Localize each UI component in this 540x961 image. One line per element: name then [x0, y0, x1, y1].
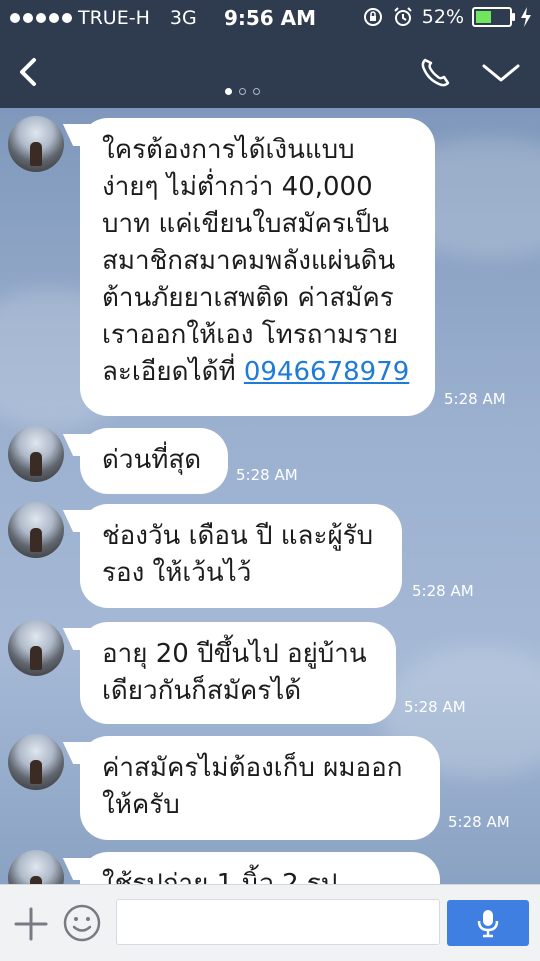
message-bubble[interactable]: ด่วนที่สุด — [80, 428, 228, 494]
message-bubble[interactable]: อายุ 20 ปีขึ้นไป อยู่บ้าน เดียวกันก็สมัค… — [80, 622, 396, 724]
avatar[interactable] — [8, 116, 64, 172]
page-dot-1 — [225, 88, 232, 95]
message-text: ใครต้องการได้เงินแบบ ง่ายๆ ไม่ต่ำกว่า 40… — [102, 135, 399, 387]
battery-level — [476, 11, 491, 23]
chat-area[interactable]: ใครต้องการได้เงินแบบ ง่ายๆ ไม่ต่ำกว่า 40… — [0, 108, 540, 884]
message-time: 5:28 AM — [412, 582, 474, 600]
charging-icon — [521, 7, 531, 27]
alarm-icon — [394, 7, 412, 26]
plus-icon[interactable] — [12, 905, 50, 943]
message-input[interactable] — [116, 899, 440, 945]
message-time: 5:28 AM — [448, 813, 510, 831]
message-time: 5:28 AM — [236, 466, 298, 484]
avatar[interactable] — [8, 620, 64, 676]
chevron-down-icon[interactable] — [476, 50, 526, 94]
message-bubble[interactable]: ใช้รูปถ่าย 1 นิ้ว 2 รูป — [80, 852, 440, 884]
message-bubble[interactable]: ใครต้องการได้เงินแบบ ง่ายๆ ไม่ต่ำกว่า 40… — [80, 118, 435, 416]
message-bubble[interactable]: ค่าสมัครไม่ต้องเก็บ ผมออก ให้ครับ — [80, 736, 440, 840]
avatar[interactable] — [8, 502, 64, 558]
top-bar: TRUE-H 3G 9:56 AM 52% — [0, 0, 540, 108]
microphone-icon — [477, 910, 499, 938]
chat-header — [0, 40, 540, 108]
page-dot-3 — [253, 88, 260, 95]
voice-message-button[interactable] — [447, 900, 529, 946]
back-button[interactable] — [10, 50, 50, 94]
avatar[interactable] — [8, 426, 64, 482]
phone-number-link[interactable]: 0946678979 — [244, 357, 409, 387]
page-dot-2 — [239, 88, 246, 95]
message-bubble[interactable]: ช่องวัน เดือน ปี และผู้รับ รอง ให้เว้นไว… — [80, 504, 402, 608]
message-text: ด่วนที่สุด — [102, 445, 202, 475]
composer-bar — [0, 884, 540, 961]
message-time: 5:28 AM — [404, 698, 466, 716]
status-bar: TRUE-H 3G 9:56 AM 52% — [0, 0, 540, 36]
emoji-icon[interactable] — [62, 903, 102, 943]
page-indicator — [225, 88, 260, 95]
battery-percent: 52% — [421, 6, 464, 28]
message-text: ช่องวัน เดือน ปี และผู้รับ รอง ให้เว้นไว… — [102, 521, 374, 588]
message-text: ค่าสมัครไม่ต้องเก็บ ผมออก ให้ครับ — [102, 753, 403, 820]
message-time: 5:28 AM — [444, 390, 506, 408]
message-text: ใช้รูปถ่าย 1 นิ้ว 2 รูป — [102, 869, 338, 884]
battery-icon — [472, 7, 515, 27]
rotation-lock-icon — [363, 8, 382, 26]
avatar[interactable] — [8, 850, 64, 884]
avatar[interactable] — [8, 734, 64, 790]
message-text: อายุ 20 ปีขึ้นไป อยู่บ้าน เดียวกันก็สมัค… — [102, 639, 367, 706]
phone-icon[interactable] — [413, 50, 457, 94]
